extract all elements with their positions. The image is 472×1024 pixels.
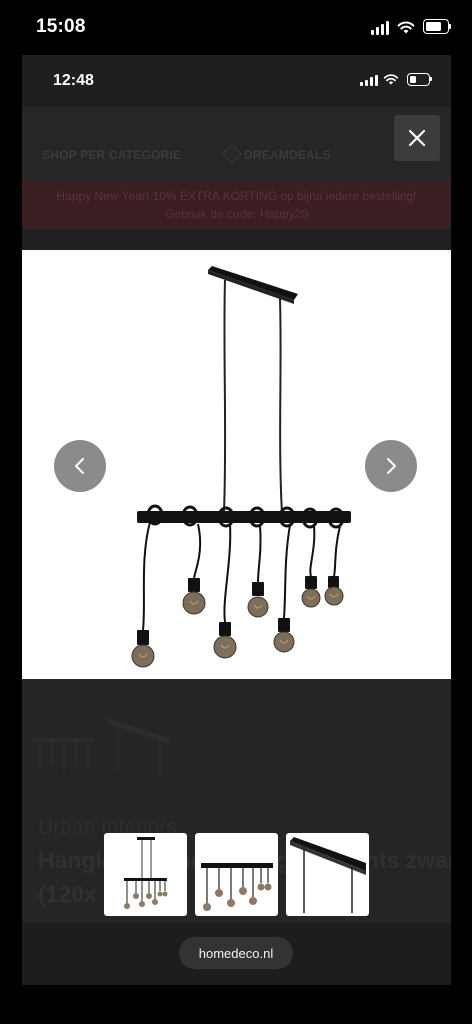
outer-battery-icon <box>423 19 451 34</box>
thumbnail-1[interactable] <box>104 833 187 916</box>
inner-status-time: 12:48 <box>53 72 94 89</box>
url-pill[interactable]: homedeco.nl <box>179 937 293 969</box>
outer-status-time: 15:08 <box>36 16 86 37</box>
outer-cellular-signal-icon <box>371 21 389 35</box>
inner-cellular-signal-icon <box>360 75 378 86</box>
nav-shop-per-categorie[interactable]: SHOP PER CATEGORIE <box>42 148 181 162</box>
site-header <box>22 107 451 181</box>
next-image-button[interactable] <box>365 440 417 492</box>
dimmed-thumb-2 <box>108 718 170 776</box>
promo-line-2: Gebruik de code: Happy20 <box>165 207 308 221</box>
chevron-right-icon <box>387 458 396 474</box>
product-title-line-2: (120x <box>38 881 97 907</box>
thumbnail-2[interactable] <box>195 833 278 916</box>
previous-image-button[interactable] <box>54 440 106 492</box>
inner-wifi-icon <box>383 74 399 85</box>
close-icon <box>408 129 426 147</box>
thumbnail-3-image <box>290 837 366 913</box>
inner-battery-icon <box>407 73 432 86</box>
dimmed-thumb-1 <box>32 738 94 772</box>
chevron-left-icon <box>75 458 84 474</box>
thumbnail-3[interactable] <box>286 833 369 916</box>
nav-dreamdeals[interactable]: DREAMDEALS <box>244 148 331 162</box>
close-button[interactable] <box>394 115 440 161</box>
thumbnail-2-image <box>201 863 273 911</box>
promo-line-1: Happy New Year! 10% EXTRA KORTING op bij… <box>56 189 417 203</box>
thumbnail-1-image <box>124 837 168 909</box>
outer-wifi-icon <box>397 21 415 34</box>
inner-screenshot: 12:48 SHOP PER CATEGORIE DREAMDEALS Happ… <box>22 55 451 985</box>
